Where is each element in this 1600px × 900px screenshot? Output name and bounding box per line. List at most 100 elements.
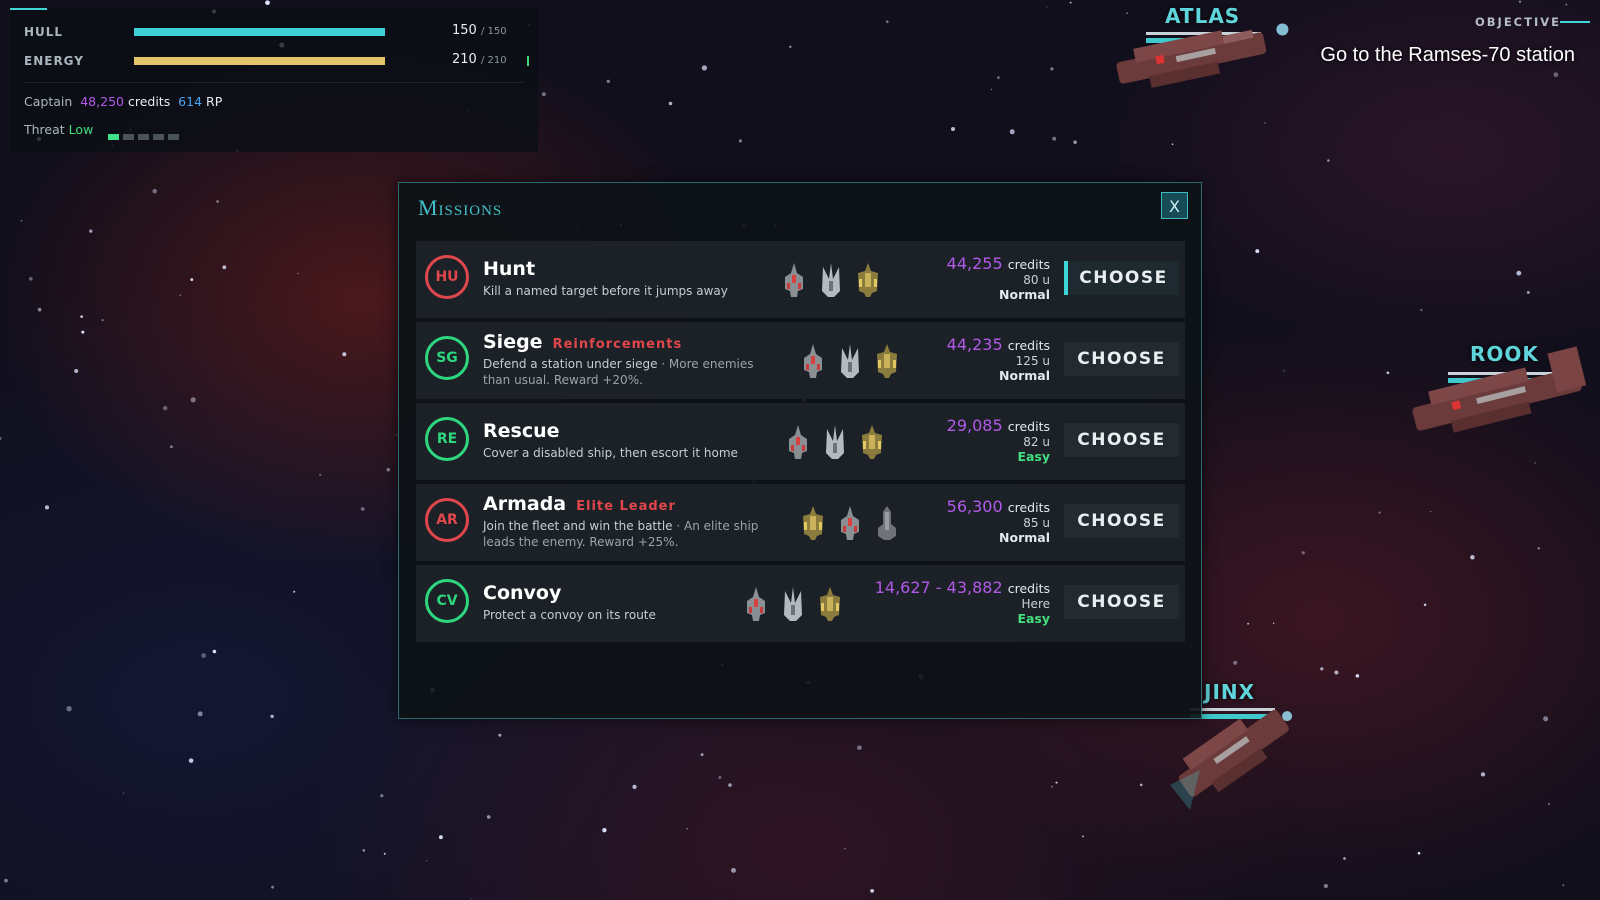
ally-ship-rook[interactable]: [1405, 345, 1600, 435]
mission-reward: 44,255 credits 80 u Normal: [947, 254, 1050, 302]
choose-mission-button[interactable]: CHOOSE: [1064, 504, 1179, 538]
energy-value: 210 / 210: [452, 52, 507, 67]
interceptor-ship-icon: [818, 263, 855, 303]
gunship-ship-icon: [859, 425, 896, 465]
reward-credits: 14,627 - 43,882: [874, 578, 1003, 597]
choose-mission-button[interactable]: CHOOSE: [1064, 342, 1179, 376]
mission-description: Protect a convoy on its route: [483, 608, 656, 622]
mission-name: Convoy: [483, 582, 562, 604]
hull-bar-fill: [134, 28, 385, 36]
mission-badge: AR: [425, 498, 469, 542]
threat-meter: [108, 125, 183, 144]
energy-regen-indicator: [527, 56, 529, 66]
enemy-ship-icons: [785, 423, 896, 463]
fighter-ship-icon: [785, 425, 822, 465]
energy-row: ENERGY 210 / 210: [24, 51, 529, 71]
fighter-ship-icon: [837, 506, 874, 546]
threat-pip: [138, 134, 149, 140]
reward-credits-label: credits: [1007, 419, 1050, 434]
hull-row: HULL 150 / 150: [24, 22, 524, 42]
threat-summary: Threat Low: [24, 122, 93, 137]
gunship-ship-icon: [817, 587, 854, 627]
mission-description: Kill a named target before it jumps away: [483, 284, 728, 298]
mission-name: Armada Elite Leader: [483, 493, 676, 515]
objective-text: Go to the Ramses-70 station: [1320, 44, 1575, 66]
mission-description: Defend a station under siege · More enem…: [483, 357, 754, 387]
threat-pip: [123, 134, 134, 140]
fighter-ship-icon: [743, 587, 780, 627]
mission-difficulty: Normal: [999, 530, 1050, 545]
reward-credits-label: credits: [1007, 338, 1050, 353]
captain-summary: Captain 48,250 credits 614 RP: [24, 94, 222, 109]
hull-bar: [134, 28, 385, 36]
interceptor-ship-icon: [837, 344, 874, 384]
choose-mission-button[interactable]: CHOOSE: [1064, 585, 1179, 619]
captain-rp-label: RP: [206, 94, 223, 109]
mission-difficulty: Easy: [1017, 611, 1050, 626]
mission-reward: 44,235 credits 125 u Normal: [947, 335, 1050, 383]
hull-label: HULL: [24, 25, 64, 39]
enemy-ship-icons: [800, 504, 911, 544]
reward-distance: 80 u: [1023, 273, 1050, 287]
gunship-ship-icon: [855, 263, 892, 303]
objective-label: OBJECTIVE: [1475, 15, 1561, 29]
gunship-ship-icon: [874, 344, 911, 384]
reward-credits: 56,300: [946, 497, 1003, 516]
mission-modifier-tag: Reinforcements: [552, 337, 683, 352]
energy-label: ENERGY: [24, 54, 84, 68]
captain-credits-label: credits: [127, 94, 171, 109]
enemy-ship-icons: [781, 261, 892, 301]
gunship-ship-icon: [800, 506, 837, 546]
hull-value: 150 / 150: [452, 23, 507, 38]
reward-credits: 29,085: [946, 416, 1003, 435]
cruiser-ship-icon: [874, 506, 911, 546]
mission-row-hunt: HU Hunt Kill a named target before it jump…: [416, 241, 1185, 318]
threat-pip: [168, 134, 179, 140]
mission-row-siege: SG Siege Reinforcements Defend a station un…: [416, 322, 1185, 399]
captain-rp: 614: [178, 94, 203, 109]
reward-distance: 82 u: [1023, 435, 1050, 449]
close-button[interactable]: X: [1161, 192, 1188, 219]
reward-credits-label: credits: [1007, 581, 1050, 596]
mission-description: Cover a disabled ship, then escort it ho…: [483, 446, 738, 460]
mission-difficulty: Easy: [1017, 449, 1050, 464]
threat-pip: [108, 134, 119, 140]
mission-reward: 14,627 - 43,882 credits Here Easy: [875, 578, 1050, 626]
fighter-ship-icon: [800, 344, 837, 384]
choose-mission-button[interactable]: CHOOSE: [1064, 423, 1179, 457]
mission-name: Siege Reinforcements: [483, 331, 683, 353]
mission-reward: 56,300 credits 85 u Normal: [947, 497, 1050, 545]
reward-credits: 44,255: [946, 254, 1003, 273]
mission-badge: CV: [425, 579, 469, 623]
captain-label: Captain: [24, 94, 73, 109]
mission-row-rescue: RE Rescue Cover a disabled ship, then esco…: [416, 403, 1185, 480]
mission-description: Join the fleet and win the battle · An e…: [483, 519, 759, 549]
mission-name: Rescue: [483, 420, 560, 442]
mission-reward: 29,085 credits 82 u Easy: [947, 416, 1050, 464]
choose-mission-button[interactable]: CHOOSE: [1064, 261, 1179, 295]
dialog-title: Missions: [418, 195, 503, 220]
mission-difficulty: Normal: [999, 287, 1050, 302]
missions-dialog: Missions X HU Hunt Kill a named target bef…: [398, 182, 1202, 719]
ally-ship-atlas[interactable]: [1105, 10, 1305, 90]
enemy-ship-icons: [743, 585, 854, 625]
enemy-ship-icons: [800, 342, 911, 382]
mission-name: Hunt: [483, 258, 536, 280]
panel-accent-line: [10, 8, 47, 10]
mission-row-armada: AR Armada Elite Leader Join the fleet and w…: [416, 484, 1185, 561]
interceptor-ship-icon: [822, 425, 859, 465]
reward-credits: 44,235: [946, 335, 1003, 354]
ship-status-panel: HULL 150 / 150 ENERGY 210 / 210 Captain …: [10, 8, 538, 152]
mission-row-convoy: CV Convoy Protect a convoy on its route 14,…: [416, 565, 1185, 642]
threat-label: Threat: [24, 122, 65, 137]
fighter-ship-icon: [781, 263, 818, 303]
reward-distance: 125 u: [1015, 354, 1050, 368]
threat-pip: [153, 134, 164, 140]
mission-badge: RE: [425, 417, 469, 461]
reward-credits-label: credits: [1007, 500, 1050, 515]
panel-divider: [24, 82, 524, 83]
mission-badge: SG: [425, 336, 469, 380]
threat-level: Low: [68, 122, 94, 137]
mission-badge: HU: [425, 255, 469, 299]
reward-distance: 85 u: [1023, 516, 1050, 530]
